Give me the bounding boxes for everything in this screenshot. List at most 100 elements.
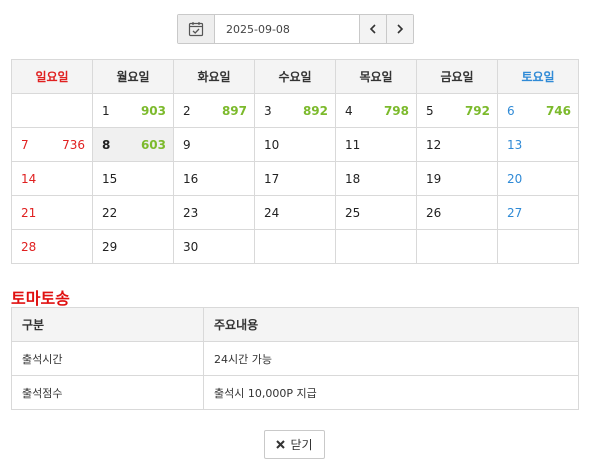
calendar-day-cell[interactable]: 28 xyxy=(11,229,93,264)
section-title: 토마토송 xyxy=(11,289,70,308)
calendar-day-cell[interactable]: 30 xyxy=(173,229,255,264)
calendar-day-number: 11 xyxy=(345,137,361,152)
calendar-check-icon[interactable] xyxy=(178,15,215,43)
weekday-thursday: 목요일 xyxy=(335,59,417,94)
chevron-left-icon xyxy=(369,24,376,34)
calendar-day-number: 5 xyxy=(426,103,434,118)
calendar-day-cell[interactable]: 11 xyxy=(335,127,417,162)
attendance-count: 798 xyxy=(383,103,409,118)
calendar-day-cell[interactable]: 23 xyxy=(173,195,255,230)
calendar-day-cell[interactable]: 10 xyxy=(254,127,336,162)
attendance-count: 792 xyxy=(464,103,490,118)
calendar-week-row: 1 903 2 897 3 892 4 798 5 792 6 746 xyxy=(11,93,579,128)
calendar-day-cell[interactable]: 5 792 xyxy=(416,93,498,128)
calendar-week-row: 7 736 8 603 9 10 11 12 13 xyxy=(11,127,579,162)
attendance-count: 897 xyxy=(221,103,247,118)
date-display[interactable]: 2025-09-08 xyxy=(215,15,359,43)
calendar-day-cell[interactable]: 13 xyxy=(497,127,579,162)
next-month-button[interactable] xyxy=(386,15,413,43)
weekday-saturday: 토요일 xyxy=(497,59,579,94)
chevron-right-icon xyxy=(397,24,404,34)
info-header-category: 구분 xyxy=(11,307,204,342)
calendar-week-row: 14 15 16 17 18 19 20 xyxy=(11,161,579,196)
calendar-empty-cell xyxy=(335,229,417,264)
calendar-day-number: 6 xyxy=(507,103,515,118)
calendar-week-row: 21 22 23 24 25 26 27 xyxy=(11,195,579,230)
calendar-day-cell[interactable]: 17 xyxy=(254,161,336,196)
calendar-day-number: 8 xyxy=(102,137,111,152)
calendar-day-number: 15 xyxy=(102,171,118,186)
calendar-day-cell[interactable]: 1 903 xyxy=(92,93,174,128)
calendar-empty-cell xyxy=(254,229,336,264)
calendar-day-cell[interactable]: 27 xyxy=(497,195,579,230)
close-button[interactable]: 닫기 xyxy=(264,430,325,459)
weekday-friday: 금요일 xyxy=(416,59,498,94)
calendar-day-cell[interactable]: 29 xyxy=(92,229,174,264)
calendar-day-number: 19 xyxy=(426,171,442,186)
weekday-monday: 월요일 xyxy=(92,59,174,94)
attendance-count: 603 xyxy=(140,137,166,152)
attendance-count: 892 xyxy=(302,103,328,118)
calendar-day-number: 12 xyxy=(426,137,442,152)
weekday-wednesday: 수요일 xyxy=(254,59,336,94)
calendar-day-cell[interactable]: 21 xyxy=(11,195,93,230)
calendar-day-cell[interactable]: 25 xyxy=(335,195,417,230)
calendar-day-cell[interactable]: 12 xyxy=(416,127,498,162)
calendar-empty-cell xyxy=(497,229,579,264)
table-row: 출석점수 출석시 10,000P 지급 xyxy=(11,375,579,410)
weekday-header-row: 일요일 월요일 화요일 수요일 목요일 금요일 토요일 xyxy=(11,59,579,94)
calendar-day-cell[interactable]: 14 xyxy=(11,161,93,196)
attendance-count: 736 xyxy=(62,137,85,152)
prev-month-button[interactable] xyxy=(359,15,386,43)
calendar-day-number: 22 xyxy=(102,205,118,220)
calendar-day-number: 7 xyxy=(21,137,29,152)
calendar-day-cell[interactable]: 9 xyxy=(173,127,255,162)
calendar-day-number: 30 xyxy=(183,239,199,254)
calendar-day-cell[interactable]: 15 xyxy=(92,161,174,196)
calendar-day-cell[interactable]: 20 xyxy=(497,161,579,196)
calendar-day-cell[interactable]: 2 897 xyxy=(173,93,255,128)
calendar-day-number: 24 xyxy=(264,205,280,220)
calendar-day-number: 16 xyxy=(183,171,199,186)
info-cell-category: 출석점수 xyxy=(11,375,204,410)
close-x-icon xyxy=(276,440,286,449)
calendar-day-number: 4 xyxy=(345,103,353,118)
calendar-day-number: 14 xyxy=(21,171,37,186)
calendar-day-number: 20 xyxy=(507,171,523,186)
calendar-day-cell[interactable]: 18 xyxy=(335,161,417,196)
calendar-day-number: 13 xyxy=(507,137,523,152)
info-cell-content: 24시간 가능 xyxy=(203,341,579,376)
calendar-empty-cell xyxy=(416,229,498,264)
calendar-day-cell[interactable]: 6 746 xyxy=(497,93,579,128)
calendar-day-number: 17 xyxy=(264,171,280,186)
info-cell-content: 출석시 10,000P 지급 xyxy=(203,375,579,410)
close-button-label: 닫기 xyxy=(290,438,313,452)
calendar-day-cell[interactable]: 22 xyxy=(92,195,174,230)
calendar-day-cell[interactable]: 7 736 xyxy=(11,127,93,162)
attendance-count: 746 xyxy=(545,103,571,118)
calendar-day-cell[interactable]: 19 xyxy=(416,161,498,196)
calendar-day-cell[interactable]: 4 798 xyxy=(335,93,417,128)
calendar-day-cell[interactable]: 8 603 xyxy=(92,127,174,162)
attendance-calendar: 일요일 월요일 화요일 수요일 목요일 금요일 토요일 1 903 2 897 3 892… xyxy=(11,59,579,264)
calendar-day-cell[interactable]: 26 xyxy=(416,195,498,230)
calendar-day-number: 1 xyxy=(102,103,110,118)
table-row: 출석시간 24시간 가능 xyxy=(11,341,579,376)
attendance-count: 903 xyxy=(140,103,166,118)
calendar-body: 1 903 2 897 3 892 4 798 5 792 6 746 7 736 8 603 9 10 11 12 1… xyxy=(11,93,579,264)
calendar-day-number: 25 xyxy=(345,205,361,220)
calendar-day-cell[interactable]: 16 xyxy=(173,161,255,196)
weekday-sunday: 일요일 xyxy=(11,59,93,94)
info-header-content: 주요내용 xyxy=(203,307,579,342)
calendar-day-number: 29 xyxy=(102,239,118,254)
calendar-day-cell[interactable]: 3 892 xyxy=(254,93,336,128)
calendar-day-number: 26 xyxy=(426,205,442,220)
info-header-row: 구분 주요내용 xyxy=(11,307,579,342)
calendar-empty-cell xyxy=(11,93,93,128)
calendar-week-row: 28 29 30 xyxy=(11,229,579,264)
weekday-tuesday: 화요일 xyxy=(173,59,255,94)
calendar-day-number: 3 xyxy=(264,103,272,118)
calendar-day-number: 9 xyxy=(183,137,191,152)
calendar-day-number: 23 xyxy=(183,205,199,220)
calendar-day-cell[interactable]: 24 xyxy=(254,195,336,230)
